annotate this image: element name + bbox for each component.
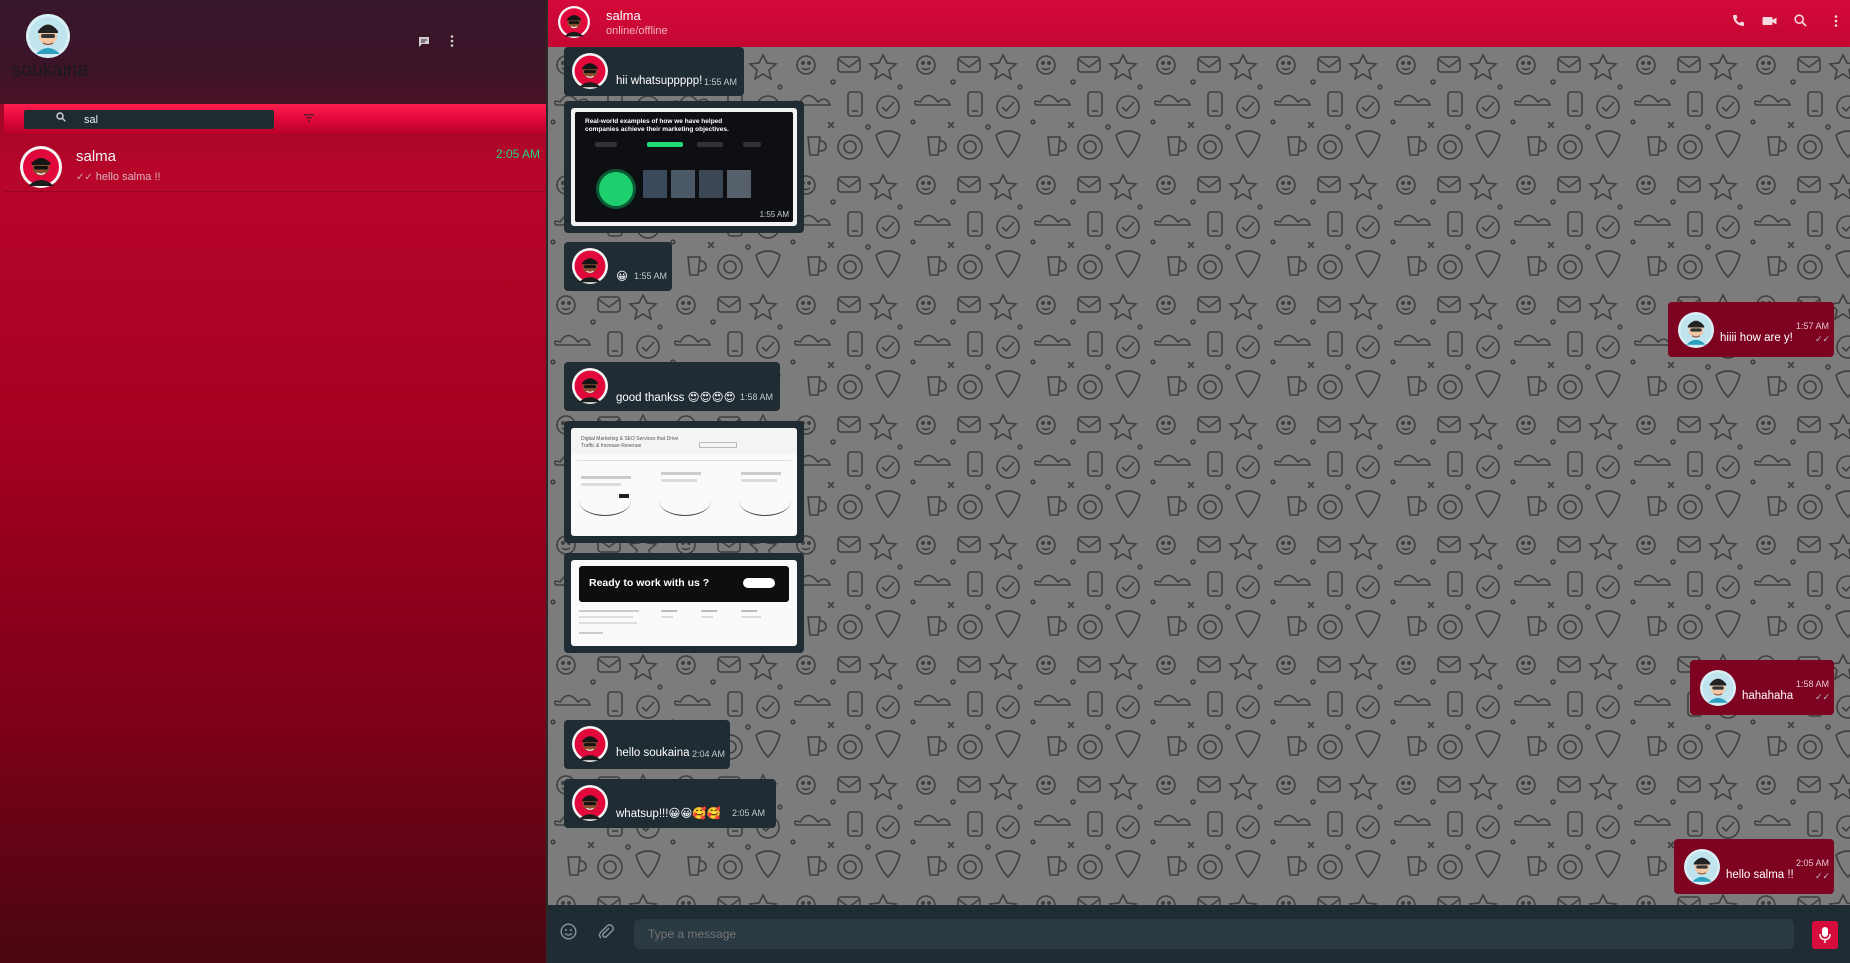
incoming-message[interactable]: hii whatsuppppp! 1:55 AM bbox=[564, 47, 744, 96]
user-avatar[interactable] bbox=[26, 14, 70, 58]
message-time: 2:04 AM bbox=[692, 749, 726, 759]
preview-title: Digital Marketing & SEO Services that Dr… bbox=[581, 436, 679, 449]
incoming-message[interactable]: good thankss 😍😍😍😍 1:58 AM bbox=[564, 362, 780, 411]
incoming-image-message[interactable]: Real-world examples of how we have helpe… bbox=[564, 101, 804, 233]
chat-last-message: hello salma !! bbox=[95, 171, 161, 183]
message-text: good thankss 😍😍😍😍 bbox=[616, 392, 736, 404]
search-bar bbox=[4, 104, 546, 134]
sidebar-header: soukaina bbox=[0, 0, 546, 104]
outgoing-message[interactable]: 1:58 AM hahahaha ✓✓ bbox=[1690, 660, 1834, 715]
message-input[interactable] bbox=[634, 919, 1794, 949]
chat-name: salma bbox=[76, 148, 117, 165]
compose-bar bbox=[548, 905, 1850, 963]
message-time: 1:58 AM bbox=[1796, 679, 1830, 689]
search-input[interactable] bbox=[84, 111, 264, 128]
message-time: 1:55 AM bbox=[634, 271, 668, 281]
conversation-panel[interactable]: hii whatsuppppp! 1:55 AM Real-world exam… bbox=[548, 47, 1850, 905]
contact-status: online/offline bbox=[606, 25, 668, 37]
message-time: 1:55 AM bbox=[759, 210, 789, 219]
outgoing-message[interactable]: 2:05 AM hello salma !! ✓✓ bbox=[1674, 839, 1834, 894]
chat-last-message-row: ✓✓ hello salma !! bbox=[76, 171, 161, 183]
microphone-icon bbox=[1819, 927, 1831, 943]
chat-list-item[interactable]: salma 2:05 AM ✓✓ hello salma !! bbox=[4, 140, 546, 192]
message-time: 1:57 AM bbox=[1796, 321, 1830, 331]
new-chat-icon[interactable] bbox=[418, 36, 430, 51]
sender-avatar bbox=[1678, 312, 1714, 348]
conversation-header: salma online/offline bbox=[548, 0, 1850, 47]
sender-avatar bbox=[572, 368, 608, 404]
image-preview[interactable]: Digital Marketing & SEO Services that Dr… bbox=[571, 428, 797, 536]
message-time: 1:58 AM bbox=[740, 392, 774, 402]
contact-avatar[interactable] bbox=[558, 6, 590, 38]
double-check-icon: ✓✓ bbox=[76, 172, 93, 183]
user-name: soukaina bbox=[12, 60, 89, 81]
microphone-button[interactable] bbox=[1812, 921, 1838, 949]
sender-avatar bbox=[572, 53, 608, 89]
filter-icon[interactable] bbox=[304, 111, 314, 125]
incoming-image-message[interactable]: Digital Marketing & SEO Services that Dr… bbox=[564, 421, 804, 543]
incoming-image-message[interactable]: Ready to work with us ? bbox=[564, 553, 804, 653]
search-icon bbox=[56, 112, 66, 125]
sender-avatar bbox=[572, 726, 608, 762]
search-icon[interactable] bbox=[1794, 14, 1807, 30]
sender-avatar bbox=[1684, 849, 1720, 885]
phone-icon[interactable] bbox=[1732, 14, 1745, 30]
sender-avatar bbox=[572, 785, 608, 821]
contact-name[interactable]: salma bbox=[606, 8, 641, 23]
sender-avatar bbox=[1700, 670, 1736, 706]
message-text: hahahaha bbox=[1742, 690, 1794, 702]
outgoing-message[interactable]: 1:57 AM hiiii how are y! ✓✓ bbox=[1668, 302, 1834, 357]
preview-title: Real-world examples of how we have helpe… bbox=[585, 118, 729, 133]
message-text: 😀 bbox=[616, 271, 628, 283]
attach-icon[interactable] bbox=[598, 923, 614, 945]
sender-avatar bbox=[572, 248, 608, 284]
chat-time: 2:05 AM bbox=[495, 147, 540, 161]
menu-dots-icon[interactable] bbox=[450, 34, 454, 51]
contact-avatar bbox=[20, 146, 62, 188]
message-text: hii whatsuppppp! bbox=[616, 75, 703, 87]
message-text: hello soukaina bbox=[616, 747, 690, 759]
image-preview[interactable]: Ready to work with us ? bbox=[571, 560, 797, 646]
chat-list-pane: soukaina sal salma 2:05 AM ✓✓ hello salm… bbox=[0, 0, 548, 963]
menu-dots-icon[interactable] bbox=[1834, 14, 1838, 31]
double-check-icon: ✓✓ bbox=[1815, 692, 1831, 702]
preview-title: Ready to work with us ? bbox=[589, 577, 710, 589]
message-time: 2:05 AM bbox=[732, 808, 766, 818]
message-text: hello salma !! bbox=[1726, 869, 1794, 881]
double-check-icon: ✓✓ bbox=[1815, 871, 1831, 881]
message-time: 1:55 AM bbox=[704, 77, 738, 87]
message-text: whatsup!!!😀😀🥰🥰 bbox=[616, 808, 722, 820]
incoming-message[interactable]: 😀 1:55 AM bbox=[564, 242, 672, 291]
emoji-icon[interactable] bbox=[560, 923, 577, 945]
search-box[interactable] bbox=[24, 110, 274, 129]
incoming-message[interactable]: whatsup!!!😀😀🥰🥰 2:05 AM bbox=[564, 779, 776, 828]
message-text: hiiii how are y! bbox=[1720, 332, 1793, 344]
message-time: 2:05 AM bbox=[1796, 858, 1830, 868]
image-preview[interactable]: Real-world examples of how we have helpe… bbox=[571, 108, 797, 226]
video-icon[interactable] bbox=[1762, 14, 1777, 30]
double-check-icon: ✓✓ bbox=[1815, 334, 1831, 344]
incoming-message[interactable]: hello soukaina 2:04 AM bbox=[564, 720, 730, 769]
